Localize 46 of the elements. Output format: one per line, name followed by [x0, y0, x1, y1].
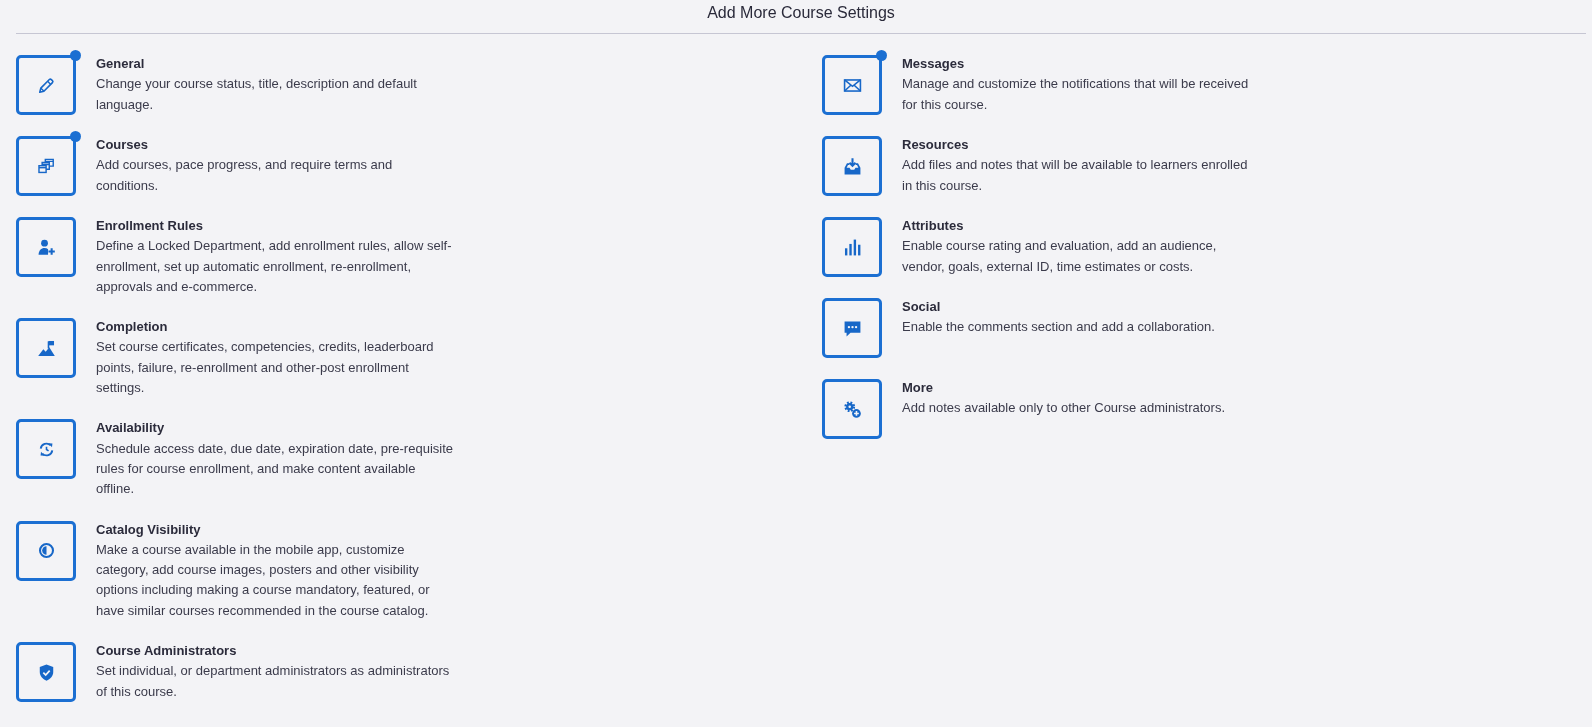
- setting-title: Catalog Visibility: [96, 520, 202, 539]
- setting-title: Course Administrators: [96, 642, 238, 661]
- mountain-flag-icon: [36, 338, 56, 358]
- setting-description: Set individual, or department administrators as administrators of this course.: [96, 662, 451, 701]
- windows-icon: [36, 156, 56, 176]
- setting-description: Make a course available in the mobile app, customize category, add course images, posters and other visibility options including making a course mandatory, featured, or have similar courses recommended in the course catalog.: [96, 540, 431, 620]
- bar-chart-icon: [842, 237, 862, 257]
- setting-title: Attributes: [902, 217, 965, 235]
- setting-description: Enable the comments section and add a collaboration.: [902, 318, 1216, 337]
- setting-tile-button[interactable]: [822, 55, 882, 115]
- person-plus-icon: [36, 237, 56, 257]
- setting-tile-button[interactable]: [16, 55, 76, 115]
- inbox-download-icon: [842, 156, 862, 176]
- setting-title: More: [902, 379, 935, 397]
- setting-title: General: [96, 55, 146, 73]
- setting-title: Availability: [96, 419, 166, 438]
- setting-description: Add courses, pace progress, and require terms and conditions.: [96, 156, 394, 195]
- setting-title: Completion: [96, 318, 169, 337]
- setting-description: Set course certificates, competencies, credits, leaderboard points, failure, re-enrollment and other-post enrollment settings.: [96, 338, 435, 398]
- chat-bubble-icon: [842, 318, 862, 338]
- setting-description: Add files and notes that will be available to learners enrolled in this course.: [902, 156, 1249, 195]
- half-circle-icon: [36, 541, 56, 561]
- setting-tile-button[interactable]: [822, 379, 882, 439]
- setting-description: Change your course status, title, description and default language.: [96, 75, 418, 114]
- setting-tile-button[interactable]: [16, 318, 76, 379]
- setting-tile-button[interactable]: [16, 136, 76, 196]
- setting-description: Manage and customize the notifications that will be received for this course.: [902, 75, 1250, 114]
- setting-title: Social: [902, 298, 942, 316]
- setting-description: Enable course rating and evaluation, add an audience, vendor, goals, external ID, time estimates or costs.: [902, 237, 1218, 276]
- setting-description: Schedule access date, due date, expiration date, pre-requisite rules for course enrollment, and make content available offline.: [96, 439, 453, 499]
- setting-description: Define a Locked Department, add enrollment rules, allow self-enrollment, set up automatic enrollment, re-enrollment, approvals and e-commerce.: [96, 237, 453, 296]
- setting-tile-button[interactable]: [822, 136, 882, 196]
- gears-plus-icon: [842, 399, 862, 419]
- setting-tile-button[interactable]: [16, 642, 76, 703]
- setting-title: Enrollment Rules: [96, 217, 204, 235]
- setting-tile-button[interactable]: [16, 217, 76, 277]
- setting-tile-button[interactable]: [16, 520, 76, 581]
- setting-title: Resources: [902, 136, 970, 154]
- setting-title: Messages: [902, 55, 966, 73]
- setting-tile-button[interactable]: [16, 419, 76, 480]
- setting-description: Add notes available only to other Course administrators.: [902, 399, 1226, 418]
- pencil-icon: [36, 75, 56, 95]
- page-title: Add More Course Settings: [707, 3, 895, 23]
- setting-tile-button[interactable]: [822, 298, 882, 358]
- setting-title: Courses: [96, 136, 150, 154]
- setting-tile-button[interactable]: [822, 217, 882, 277]
